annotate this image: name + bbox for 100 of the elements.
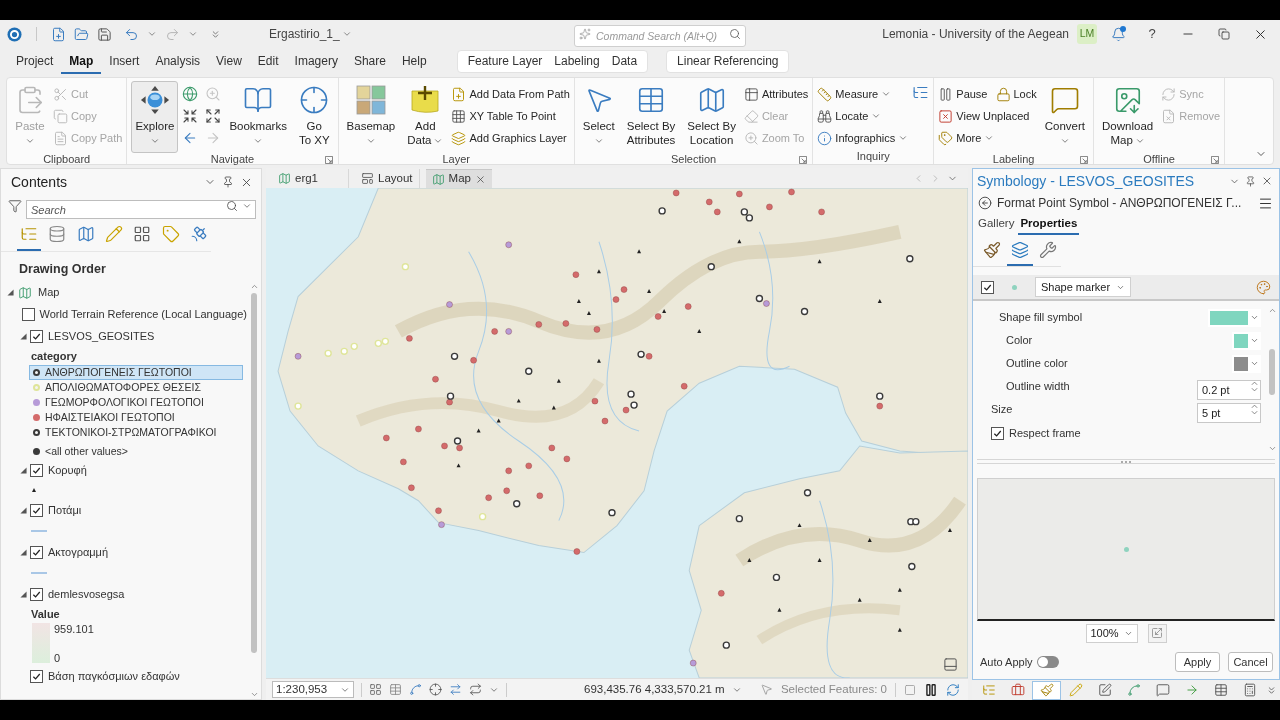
color-dropdown[interactable] <box>1232 354 1261 373</box>
layer-name[interactable]: demlesvosegsa <box>48 585 125 603</box>
scroll-down-icon[interactable] <box>249 690 259 699</box>
more-button[interactable]: More <box>938 128 995 148</box>
help-button[interactable]: ? <box>1134 24 1170 44</box>
scale-toggle-button[interactable] <box>1147 623 1167 643</box>
filter-icon[interactable] <box>8 199 22 213</box>
crosshair-icon[interactable] <box>429 683 442 696</box>
map-view-tab[interactable]: Map <box>425 169 492 188</box>
go-to-xy-button[interactable]: Go To XY <box>294 81 334 153</box>
ribbon-tab[interactable]: Help <box>393 50 435 74</box>
contextual-tab[interactable]: Data <box>605 51 644 72</box>
expand-arrows-icon[interactable] <box>205 108 222 124</box>
double-caret-icon[interactable] <box>210 28 221 40</box>
auto-apply-toggle[interactable] <box>1036 656 1059 668</box>
vertical-scrollbar[interactable] <box>1267 306 1277 453</box>
spline-icon[interactable] <box>409 683 422 696</box>
xy-table-to-point-button[interactable]: XY Table To Point <box>451 106 556 126</box>
palette-icon[interactable] <box>1256 279 1271 295</box>
infographics-button[interactable]: Infographics <box>817 128 909 148</box>
caret-icon[interactable] <box>147 29 157 39</box>
ribbon-tab[interactable]: Share <box>345 50 394 74</box>
contextual-tab[interactable]: Labeling <box>548 51 606 72</box>
double-caret-icon[interactable] <box>1266 684 1277 696</box>
convert-button[interactable]: Convert <box>1040 81 1090 153</box>
color-dropdown[interactable] <box>1232 331 1261 350</box>
cancel-button[interactable]: Cancel <box>1228 652 1273 672</box>
arrows-icon[interactable] <box>449 683 462 696</box>
explore-button[interactable]: Explore <box>131 81 179 153</box>
ribbon-tab[interactable]: Analysis <box>147 50 209 74</box>
symbology-tab[interactable]: Properties <box>1018 215 1080 235</box>
ribbon-tab[interactable]: Map <box>61 50 102 74</box>
menu-icon[interactable] <box>1258 195 1273 211</box>
legend-class-row[interactable]: ΗΦΑΙΣΤΕΙΑΚΟΙ ΓΕΩΤΟΠΟΙ <box>29 410 243 425</box>
refresh-icon[interactable] <box>946 682 960 697</box>
map-name[interactable]: Map <box>38 284 60 301</box>
select-by-attributes-button[interactable]: Select By Attributes <box>622 81 680 153</box>
locate-button[interactable]: Locate <box>817 106 882 126</box>
corner-arrow-icon[interactable] <box>799 155 808 164</box>
expand-triangle-icon[interactable] <box>20 466 27 474</box>
layer-name[interactable]: Ακτογραμμή <box>48 543 109 561</box>
folder-icon[interactable] <box>74 26 89 42</box>
checkbox[interactable] <box>30 669 43 683</box>
pause-button[interactable]: Pause <box>938 84 988 104</box>
pin-icon[interactable] <box>222 176 234 188</box>
save-icon[interactable] <box>97 26 112 42</box>
table-icon[interactable] <box>389 683 402 696</box>
add-data-from-path-button[interactable]: Add Data From Path <box>451 84 570 104</box>
contextual-tab[interactable]: Feature Layer <box>461 51 549 72</box>
measure-button[interactable]: Measure <box>817 84 892 104</box>
layer-name[interactable]: Κορυφή <box>48 461 87 479</box>
spinner-arrows-icon[interactable] <box>1251 380 1258 392</box>
layer-name[interactable]: Ποτάμι <box>48 501 82 519</box>
command-search-field[interactable]: Command Search (Alt+Q) <box>574 25 746 47</box>
symbology-tab[interactable]: Gallery <box>976 215 1017 235</box>
legend-class-row[interactable]: <all other values> <box>29 444 243 459</box>
ribbon-tab[interactable]: Insert <box>101 50 148 74</box>
project-name[interactable]: Ergastirio_1_ <box>269 25 352 43</box>
download-map-button[interactable]: Download Map <box>1098 81 1158 153</box>
checkbox[interactable] <box>30 587 43 601</box>
user-avatar[interactable]: LM <box>1077 24 1097 44</box>
expand-triangle-icon[interactable] <box>20 332 27 340</box>
ribbon-tab[interactable]: Project <box>8 50 62 74</box>
symbol-layer-row[interactable]: Shape marker <box>973 275 1279 301</box>
globe-icon[interactable] <box>182 86 199 102</box>
checkbox[interactable] <box>991 426 1004 440</box>
expand-triangle-icon[interactable] <box>20 590 27 598</box>
pin-icon[interactable] <box>1245 175 1256 187</box>
expand-triangle-icon[interactable] <box>7 289 14 296</box>
layer-name[interactable]: World Terrain Reference (Local Language) <box>39 305 247 323</box>
ribbon-tab[interactable]: Edit <box>249 50 287 74</box>
scale-dropdown[interactable]: 1:230,953 <box>272 681 354 698</box>
restore-icon[interactable] <box>1218 28 1230 40</box>
shrink-arrows-icon[interactable] <box>182 108 199 124</box>
ribbon-tab[interactable]: Imagery <box>286 50 346 74</box>
close-icon[interactable] <box>1261 175 1273 187</box>
back-icon[interactable] <box>978 196 992 210</box>
scroll-up-icon[interactable] <box>1267 306 1277 315</box>
square-icon[interactable] <box>904 683 916 696</box>
list-icon[interactable] <box>912 84 930 101</box>
checkbox[interactable] <box>30 329 43 343</box>
layer-name[interactable]: LESVOS_GEOSITES <box>48 327 155 345</box>
layer-name[interactable]: Βάση παγκόσμιων εδαφών <box>48 667 180 685</box>
grid-icon[interactable] <box>369 683 382 696</box>
view-unplaced-button[interactable]: View Unplaced <box>938 106 1030 126</box>
marker-type-dropdown[interactable]: Shape marker <box>1035 277 1132 297</box>
legend-class-row[interactable]: ΓΕΩΜΟΡΦΟΛΟΓΙΚΟΙ ΓΕΩΤΟΠΟΙ <box>29 395 243 410</box>
checkbox[interactable] <box>30 545 43 559</box>
number-field[interactable]: 5 pt <box>1197 402 1261 423</box>
apply-button[interactable]: Apply <box>1175 652 1220 672</box>
basemap-button[interactable]: Basemap <box>342 81 400 153</box>
vertical-scrollbar[interactable] <box>249 282 259 699</box>
pane-toolbar-tab[interactable] <box>1032 680 1061 700</box>
bookmarks-button[interactable]: Bookmarks <box>225 81 291 153</box>
number-field[interactable]: 0.2 pt <box>1197 379 1261 400</box>
repeat-icon[interactable] <box>469 683 482 696</box>
spinner-arrows-icon[interactable] <box>1251 403 1258 415</box>
scroll-down-icon[interactable] <box>1267 444 1277 453</box>
ribbon-tab[interactable]: View <box>208 50 250 74</box>
search-field[interactable]: Search <box>26 200 256 219</box>
